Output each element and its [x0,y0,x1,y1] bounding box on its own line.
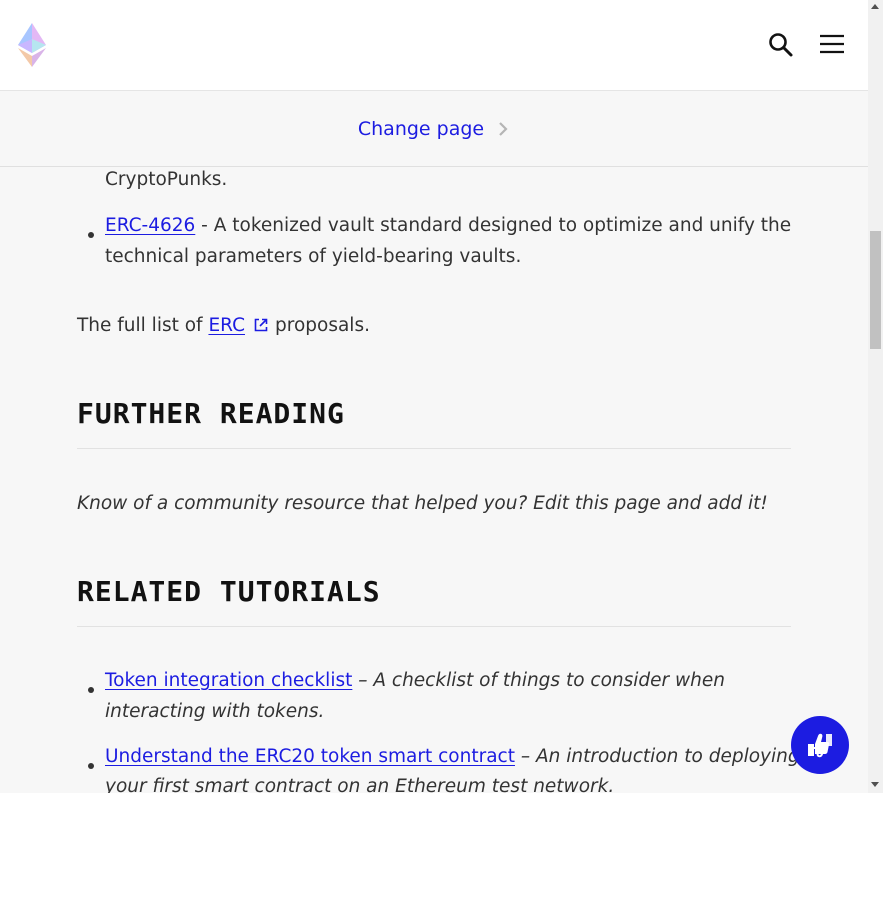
tutorial-link-token-integration[interactable]: Token integration checklist [105,670,352,691]
section-divider [77,448,791,449]
page-viewport: CryptoPunks. ERC-4626 - A tokenized vaul… [0,0,883,793]
feedback-button[interactable] [791,716,849,774]
chevron-right-icon [499,121,508,136]
list-item-erc4626: ERC-4626 - A tokenized vault standard de… [105,210,791,241]
related-tutorials-heading: RELATED TUTORIALS [77,575,381,608]
erc721-description-tail: CryptoPunks. [105,169,228,190]
full-list-suffix: proposals. [275,315,370,336]
hamburger-menu-icon[interactable] [817,30,847,60]
tutorial-item-2: Understand the ERC20 token smart contrac… [105,741,800,772]
erc4626-description-line-2: technical parameters of yield-bearing va… [105,246,522,267]
tutorial-description-line-2: interacting with tokens. [105,701,325,722]
scroll-down-arrow-icon[interactable] [871,782,879,787]
section-divider [77,626,791,627]
search-icon[interactable] [766,30,796,60]
list-bullet [88,763,94,769]
erc4626-link[interactable]: ERC-4626 [105,215,195,236]
erc-proposals-link[interactable]: ERC [208,315,245,336]
erc4626-description: - A tokenized vault standard designed to… [195,215,792,236]
external-link-icon [254,318,268,332]
scroll-up-arrow-icon[interactable] [871,4,879,9]
full-list-prefix: The full list of [77,315,209,336]
change-page-button[interactable]: Change page [358,118,510,140]
further-reading-text: Know of a community resource that helped… [77,493,768,514]
tutorial-description: – A checklist of things to consider when [352,670,725,691]
list-bullet [88,687,94,693]
tutorial-description-line-2: your first smart contract on an Ethereum… [105,776,615,793]
ethereum-logo-icon[interactable] [18,23,46,67]
vertical-scrollbar[interactable] [868,0,883,793]
change-page-label: Change page [357,117,485,140]
change-page-bar: Change page [0,91,868,167]
scrollbar-thumb[interactable] [870,231,881,349]
tutorial-item-1: Token integration checklist – A checklis… [105,665,725,696]
tutorial-link-erc20-contract[interactable]: Understand the ERC20 token smart contrac… [105,746,515,767]
thumbs-feedback-icon [808,733,832,758]
top-navigation-bar [0,0,868,91]
list-bullet [88,232,94,238]
full-list-paragraph: The full list of ERC proposals. [77,310,370,341]
further-reading-heading: FURTHER READING [77,397,345,430]
tutorial-description: – An introduction to deploying [514,746,800,767]
